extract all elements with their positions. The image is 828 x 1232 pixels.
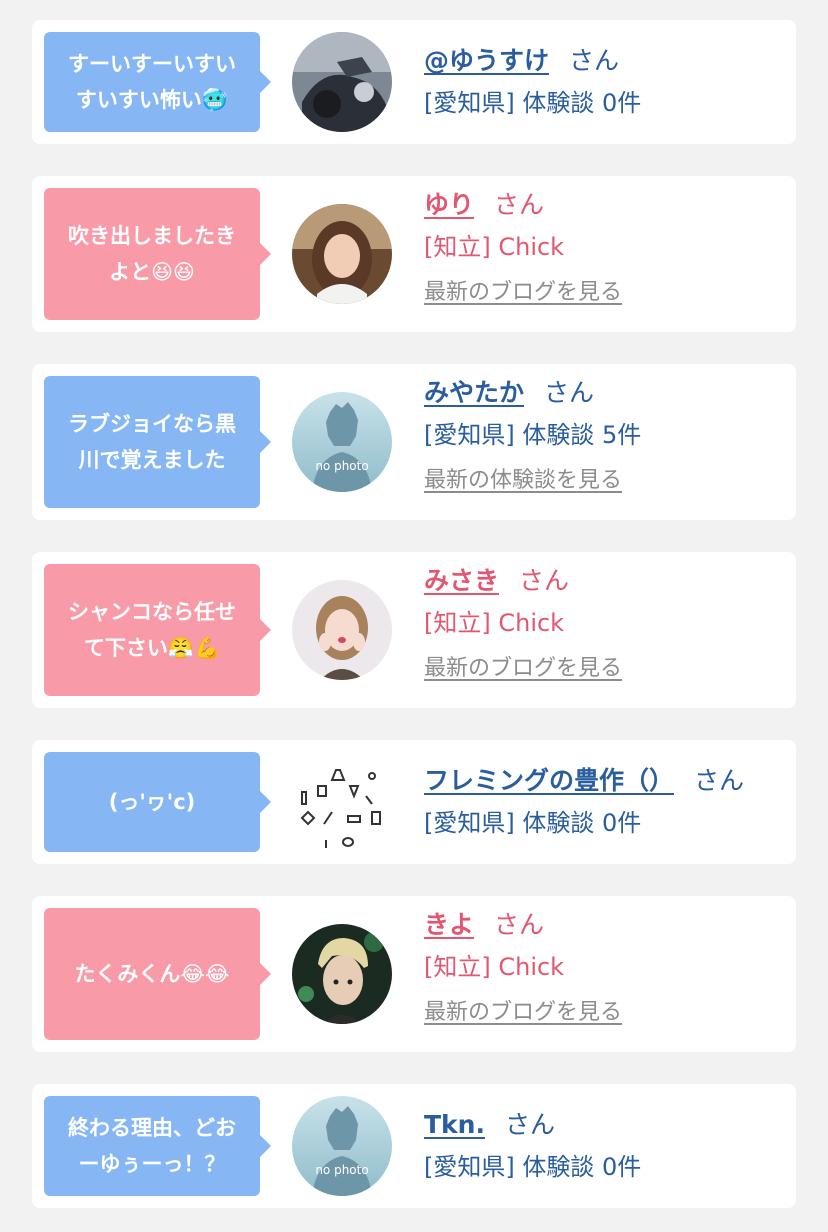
user-name-link[interactable]: @ゆうすけ [424,46,549,75]
user-meta: [知立] Chick [424,233,565,261]
user-name-link[interactable]: みやたか [424,378,524,407]
latest-blog-link[interactable]: 最新のブログを見る [424,278,786,308]
user-name-link[interactable]: みさき [424,566,499,595]
user-list: すーいすーいすい すいすい怖い🥶 @ゆうすけ さん [愛知県] 体験談 0件 吹… [0,0,828,1232]
comment-line: たくみくん😂😂 [74,962,230,986]
comment-line: よと😆😆 [109,260,195,284]
honorific: さん [494,910,545,939]
user-card: すーいすーいすい すいすい怖い🥶 @ゆうすけ さん [愛知県] 体験談 0件 [32,20,796,144]
comment-line: ーゆぅーっ！？ [78,1152,226,1176]
user-name-link[interactable]: フレミングの豊作（） [424,766,674,795]
honorific: さん [569,46,620,75]
comment-bubble: 終わる理由、どお ーゆぅーっ！？ [44,1096,271,1196]
user-name-link[interactable]: Tkn. [424,1110,485,1139]
user-meta: [愛知県] 体験談 0件 [424,1153,642,1181]
comment-line: ラブジョイなら黒 [68,412,236,436]
user-card: たくみくん😂😂 きよ さん [知立] Chick 最新のブログを見る [32,896,796,1052]
avatar[interactable] [292,924,392,1024]
latest-story-link[interactable]: 最新の体験談を見る [424,466,786,496]
comment-bubble: シャンコなら任せ て下さい😤💪 [44,564,271,696]
user-info: きよ さん [知立] Chick 最新のブログを見る [424,908,786,1028]
honorific: さん [544,378,595,407]
user-meta: [知立] Chick [424,609,565,637]
comment-bubble: (っ'ヮ'c) [44,752,271,852]
comment-bubble: たくみくん😂😂 [44,908,271,1040]
user-info: ゆり さん [知立] Chick 最新のブログを見る [424,188,786,308]
avatar[interactable] [292,752,392,852]
user-card: (っ'ヮ'c) フレミングの豊作（） さん [愛知県] 体験談 0件 [32,740,796,864]
comment-line: 吹き出しましたき [68,224,236,248]
comment-line: シャンコなら任せ [68,600,236,624]
comment-bubble: ラブジョイなら黒 川で覚えました [44,376,271,508]
user-card: シャンコなら任せ て下さい😤💪 みさき さん [知立] Chick 最新のブログを… [32,552,796,708]
no-photo-label: no photo [315,1163,368,1177]
comment-line: 終わる理由、どお [68,1116,236,1140]
honorific: さん [519,566,570,595]
no-photo-avatar[interactable]: no photo [292,1096,392,1196]
user-meta: [愛知県] 体験談 5件 [424,421,642,449]
user-meta: [愛知県] 体験談 0件 [424,89,642,117]
honorific: さん [504,1110,555,1139]
user-info: フレミングの豊作（） さん [愛知県] 体験談 0件 [424,764,786,840]
comment-line: (っ'ヮ'c) [108,790,196,814]
user-card: 吹き出しましたき よと😆😆 ゆり さん [知立] Chick 最新のブログを見る [32,176,796,332]
user-card: 終わる理由、どお ーゆぅーっ！？ no photo Tkn. さん [愛知県] … [32,1084,796,1208]
no-photo-avatar[interactable]: no photo [292,392,392,492]
user-info: みやたか さん [愛知県] 体験談 5件 最新の体験談を見る [424,376,786,496]
comment-bubble: すーいすーいすい すいすい怖い🥶 [44,32,271,132]
honorific: さん [494,190,545,219]
honorific: さん [694,766,745,795]
comment-line: すーいすーいすい [68,52,236,76]
latest-blog-link[interactable]: 最新のブログを見る [424,998,786,1028]
comment-line: て下さい😤💪 [83,636,221,660]
user-meta: [知立] Chick [424,953,565,981]
user-name-link[interactable]: きよ [424,910,474,939]
avatar[interactable] [292,580,392,680]
user-info: @ゆうすけ さん [愛知県] 体験談 0件 [424,44,786,120]
user-name-link[interactable]: ゆり [424,190,474,219]
user-info: Tkn. さん [愛知県] 体験談 0件 [424,1108,786,1184]
user-meta: [愛知県] 体験談 0件 [424,809,642,837]
avatar[interactable] [292,204,392,304]
user-card: ラブジョイなら黒 川で覚えました no photo みやたか さん [愛知県] … [32,364,796,520]
user-info: みさき さん [知立] Chick 最新のブログを見る [424,564,786,684]
avatar[interactable] [292,32,392,132]
comment-bubble: 吹き出しましたき よと😆😆 [44,188,271,320]
no-photo-label: no photo [315,459,368,473]
comment-line: 川で覚えました [78,448,226,472]
comment-line: すいすい怖い🥶 [75,88,229,112]
latest-blog-link[interactable]: 最新のブログを見る [424,654,786,684]
